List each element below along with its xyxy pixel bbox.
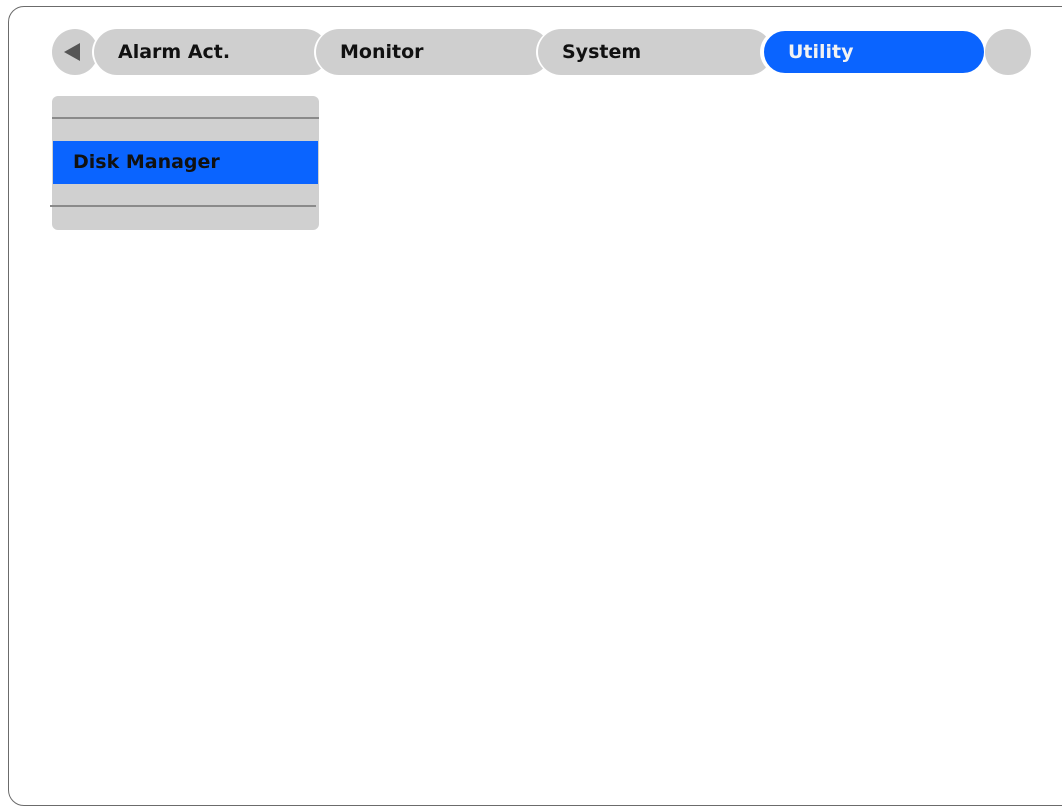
menu-divider <box>50 205 316 207</box>
tab-system[interactable]: System <box>538 29 772 75</box>
menu-divider <box>52 117 319 119</box>
tab-utility[interactable]: Utility <box>762 29 986 75</box>
next-tab-button[interactable] <box>985 29 1031 75</box>
prev-tab-button[interactable] <box>52 29 98 75</box>
tab-bar: Alarm Act. Monitor System Utility <box>52 29 1032 75</box>
triangle-left-icon <box>64 43 80 61</box>
menu-item-disk-manager[interactable]: Disk Manager <box>53 141 318 184</box>
utility-submenu: Disk Manager <box>50 96 319 230</box>
tab-alarm-act[interactable]: Alarm Act. <box>94 29 328 75</box>
tab-monitor[interactable]: Monitor <box>316 29 550 75</box>
